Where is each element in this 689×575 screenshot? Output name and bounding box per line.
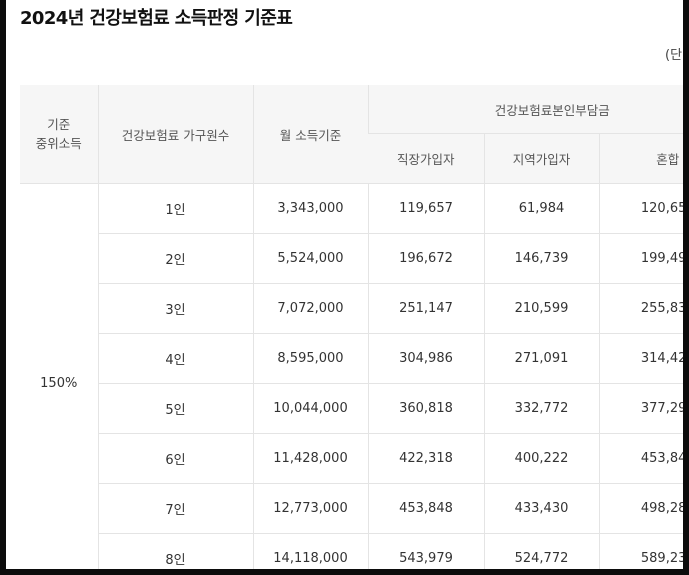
table-row: 2인 5,524,000 196,672 146,739 199,492: [20, 233, 683, 284]
household-cell: 5인: [97, 383, 253, 434]
header-mixed: 혼합: [598, 133, 683, 184]
income-cell: 8,595,000: [252, 333, 368, 384]
document-frame: 2024년 건강보험료 소득판정 기준표 (단 기준 중위소득 건강보험료 가구…: [6, 0, 683, 569]
household-cell: 6인: [97, 433, 253, 484]
table-row: 3인 7,072,000 251,147 210,599 255,837: [20, 283, 683, 334]
income-cell: 14,118,000: [252, 533, 368, 569]
income-standard-table: 기준 중위소득 건강보험료 가구원수 월 소득기준 건강보험료본인부담금 직장가…: [20, 85, 683, 569]
header-row: 기준 중위소득 건강보험료 가구원수 월 소득기준 건강보험료본인부담금: [20, 85, 683, 184]
employee-cell: 422,318: [367, 433, 484, 484]
table-row: 7인 12,773,000 453,848 433,430 498,289: [20, 483, 683, 534]
regional-cell: 400,222: [483, 433, 599, 484]
employee-cell: 543,979: [367, 533, 484, 569]
household-cell: 8인: [97, 533, 253, 569]
table-row: 8인 14,118,000 543,979 524,772 589,232: [20, 533, 683, 569]
header-monthly-income: 월 소득기준: [252, 85, 368, 184]
regional-cell: 210,599: [483, 283, 599, 334]
regional-cell: 433,430: [483, 483, 599, 534]
regional-cell: 146,739: [483, 233, 599, 284]
unit-note: (단: [665, 48, 683, 63]
mixed-cell: 255,837: [598, 283, 683, 334]
household-cell: 2인: [97, 233, 253, 284]
income-cell: 10,044,000: [252, 383, 368, 434]
header-median-line2: 중위소득: [35, 136, 82, 151]
income-cell: 7,072,000: [252, 283, 368, 334]
regional-cell: 332,772: [483, 383, 599, 434]
header-household: 건강보험료 가구원수: [97, 85, 253, 184]
regional-cell: 271,091: [483, 333, 599, 384]
mixed-cell: 120,657: [598, 183, 683, 234]
employee-cell: 360,818: [367, 383, 484, 434]
employee-cell: 304,986: [367, 333, 484, 384]
employee-cell: 196,672: [367, 233, 484, 284]
table-row: 5인 10,044,000 360,818 332,772 377,299: [20, 383, 683, 434]
employee-cell: 453,848: [367, 483, 484, 534]
header-premium-group: 건강보험료본인부담금: [367, 85, 683, 134]
income-cell: 11,428,000: [252, 433, 368, 484]
header-regional: 지역가입자: [483, 133, 599, 184]
income-cell: 12,773,000: [252, 483, 368, 534]
mixed-cell: 199,492: [598, 233, 683, 284]
household-cell: 1인: [97, 183, 253, 234]
mixed-cell: 314,423: [598, 333, 683, 384]
mixed-cell: 589,232: [598, 533, 683, 569]
header-median-line1: 기준: [47, 117, 71, 132]
household-cell: 4인: [97, 333, 253, 384]
page-title: 2024년 건강보험료 소득판정 기준표: [20, 8, 293, 29]
household-cell: 3인: [97, 283, 253, 334]
employee-cell: 251,147: [367, 283, 484, 334]
mixed-cell: 377,299: [598, 383, 683, 434]
regional-cell: 61,984: [483, 183, 599, 234]
header-median-income: 기준 중위소득: [20, 85, 98, 184]
table-row: 6인 11,428,000 422,318 400,222 453,848: [20, 433, 683, 484]
mixed-cell: 453,848: [598, 433, 683, 484]
regional-cell: 524,772: [483, 533, 599, 569]
mixed-cell: 498,289: [598, 483, 683, 534]
income-cell: 5,524,000: [252, 233, 368, 284]
header-employee: 직장가입자: [368, 133, 484, 184]
employee-cell: 119,657: [367, 183, 484, 234]
table-row: 4인 8,595,000 304,986 271,091 314,423: [20, 333, 683, 384]
median-ratio-cell: 150%: [20, 183, 98, 569]
table-row: 150% 1인 3,343,000 119,657 61,984 120,657: [20, 183, 683, 569]
income-cell: 3,343,000: [252, 183, 368, 234]
household-cell: 7인: [97, 483, 253, 534]
